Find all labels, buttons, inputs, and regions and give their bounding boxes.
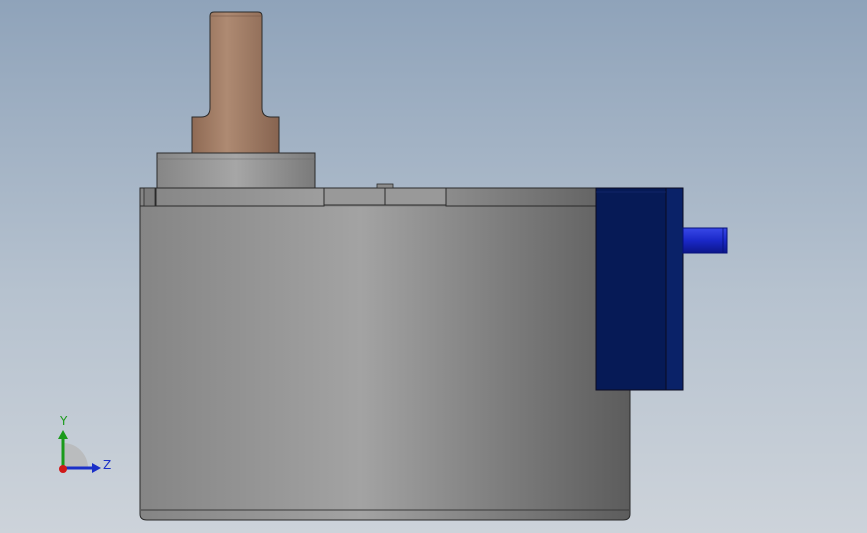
- connector-pin[interactable]: [682, 227, 728, 254]
- graphics-viewport[interactable]: Y Z: [0, 0, 867, 533]
- z-axis-label: Z: [103, 458, 112, 472]
- y-axis-label: Y: [60, 414, 68, 428]
- orientation-triad[interactable]: Y Z: [48, 410, 120, 480]
- side-connector[interactable]: [595, 187, 684, 391]
- shaft-collar[interactable]: [156, 152, 316, 189]
- motor-model[interactable]: [0, 0, 867, 533]
- output-shaft[interactable]: [191, 11, 280, 154]
- motor-body[interactable]: [139, 187, 631, 521]
